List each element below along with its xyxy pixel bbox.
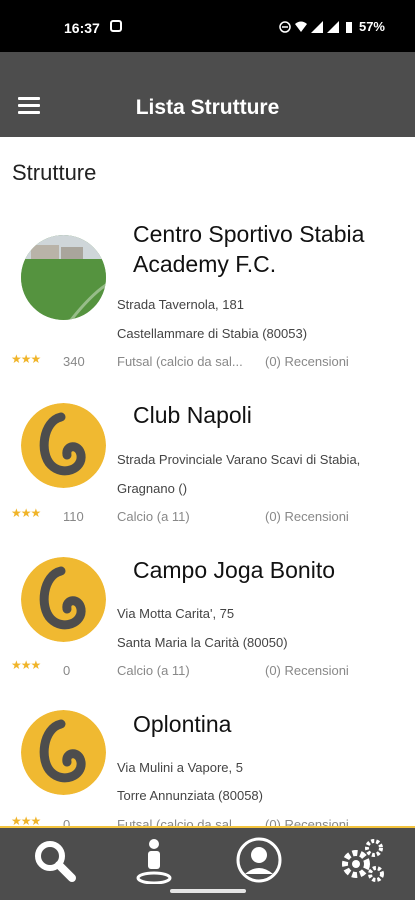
venue-sport: Calcio (a 11) — [117, 663, 190, 678]
venue-logo — [21, 403, 106, 488]
list-item[interactable]: Campo Joga Bonito Via Motta Carita', 75 … — [0, 525, 415, 680]
dnd-icon — [279, 20, 291, 33]
venue-sport: Futsal (calcio da sal... — [117, 354, 243, 369]
rating-stars: ★★★ — [11, 506, 41, 520]
venue-reviews[interactable]: (0) Recensioni — [265, 509, 349, 524]
venue-city: Castellammare di Stabia (80053) — [117, 326, 308, 341]
venue-address: Via Motta Carita', 75 — [117, 606, 235, 621]
battery-icon — [345, 21, 352, 33]
person-pin-icon — [136, 839, 172, 885]
notification-icon — [110, 20, 122, 32]
venue-name-line2: Academy F.C. — [133, 251, 277, 277]
search-icon — [35, 841, 76, 882]
venue-address: Via Mulini a Vapore, 5 — [117, 760, 243, 775]
battery-percent: 57% — [358, 19, 385, 34]
settings-gears-icon — [342, 839, 384, 882]
list-item[interactable]: Centro Sportivo Stabia Academy F.C. Stra… — [0, 215, 415, 370]
wifi-icon — [294, 21, 307, 32]
nav-settings[interactable] — [338, 836, 386, 884]
list-item[interactable]: Club Napoli Strada Provinciale Varano Sc… — [0, 370, 415, 525]
venue-city: Torre Annunziata (80058) — [117, 788, 263, 803]
venue-name: Oplontina — [133, 711, 232, 737]
venue-count: 110 — [63, 509, 84, 524]
venue-address: Strada Provinciale Varano Scavi di Stabi… — [117, 452, 361, 467]
section-title: Strutture — [12, 160, 97, 185]
list-item[interactable]: Oplontina Via Mulini a Vapore, 5 Torre A… — [0, 680, 415, 835]
venue-count: 0 — [63, 663, 71, 678]
home-indicator[interactable] — [170, 889, 246, 893]
nav-search[interactable] — [30, 836, 78, 884]
venue-reviews[interactable]: (0) Recensioni — [265, 663, 349, 678]
venue-count: 340 — [63, 354, 85, 369]
app-bar: Lista Strutture — [0, 52, 415, 137]
venue-sport: Calcio (a 11) — [117, 509, 190, 524]
signal-icon-2 — [326, 20, 339, 33]
rating-stars: ★★★ — [11, 352, 41, 366]
venue-name: Centro Sportivo Stabia — [133, 221, 365, 247]
status-indicators: 57% — [279, 19, 385, 34]
venue-name: Club Napoli — [133, 402, 252, 428]
status-time: 16:37 — [64, 20, 100, 36]
venue-city: Gragnano () — [117, 481, 188, 496]
status-bar: 16:37 57% — [0, 0, 415, 52]
venue-logo — [21, 710, 106, 795]
venue-reviews[interactable]: (0) Recensioni — [265, 354, 349, 369]
venue-name: Campo Joga Bonito — [133, 557, 336, 583]
nav-profile[interactable] — [235, 836, 283, 884]
signal-icon — [310, 20, 323, 33]
rating-stars: ★★★ — [11, 658, 41, 672]
page-title: Lista Strutture — [135, 96, 280, 119]
venue-photo — [21, 235, 106, 320]
venue-logo — [21, 557, 106, 642]
nav-nearby[interactable] — [130, 836, 178, 885]
venue-city: Santa Maria la Carità (80050) — [117, 635, 288, 650]
venue-address: Strada Tavernola, 181 — [117, 297, 244, 312]
account-icon — [236, 837, 282, 883]
